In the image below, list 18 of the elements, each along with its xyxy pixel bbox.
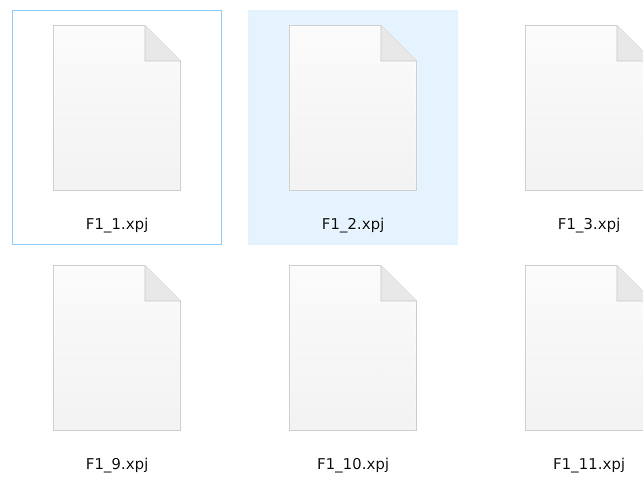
document-icon [525,265,643,431]
file-tile[interactable]: F1_11.xpj [484,250,643,477]
file-name: F1_10.xpj [316,455,390,473]
document-icon [525,25,643,191]
document-icon [53,25,181,191]
file-tile[interactable]: F1_1.xpj [12,10,222,245]
file-tile[interactable]: F1_2.xpj [248,10,458,245]
file-name: F1_1.xpj [86,215,148,233]
file-name: F1_9.xpj [86,455,148,473]
file-tile[interactable]: F1_9.xpj [12,250,222,477]
document-icon [53,265,181,431]
document-icon [289,25,417,191]
file-name: F1_2.xpj [322,215,384,233]
file-name: F1_3.xpj [558,215,620,233]
file-name: F1_11.xpj [552,455,626,473]
document-icon [289,265,417,431]
file-tile[interactable]: F1_10.xpj [248,250,458,477]
file-tile[interactable]: F1_3.xpj [484,10,643,245]
